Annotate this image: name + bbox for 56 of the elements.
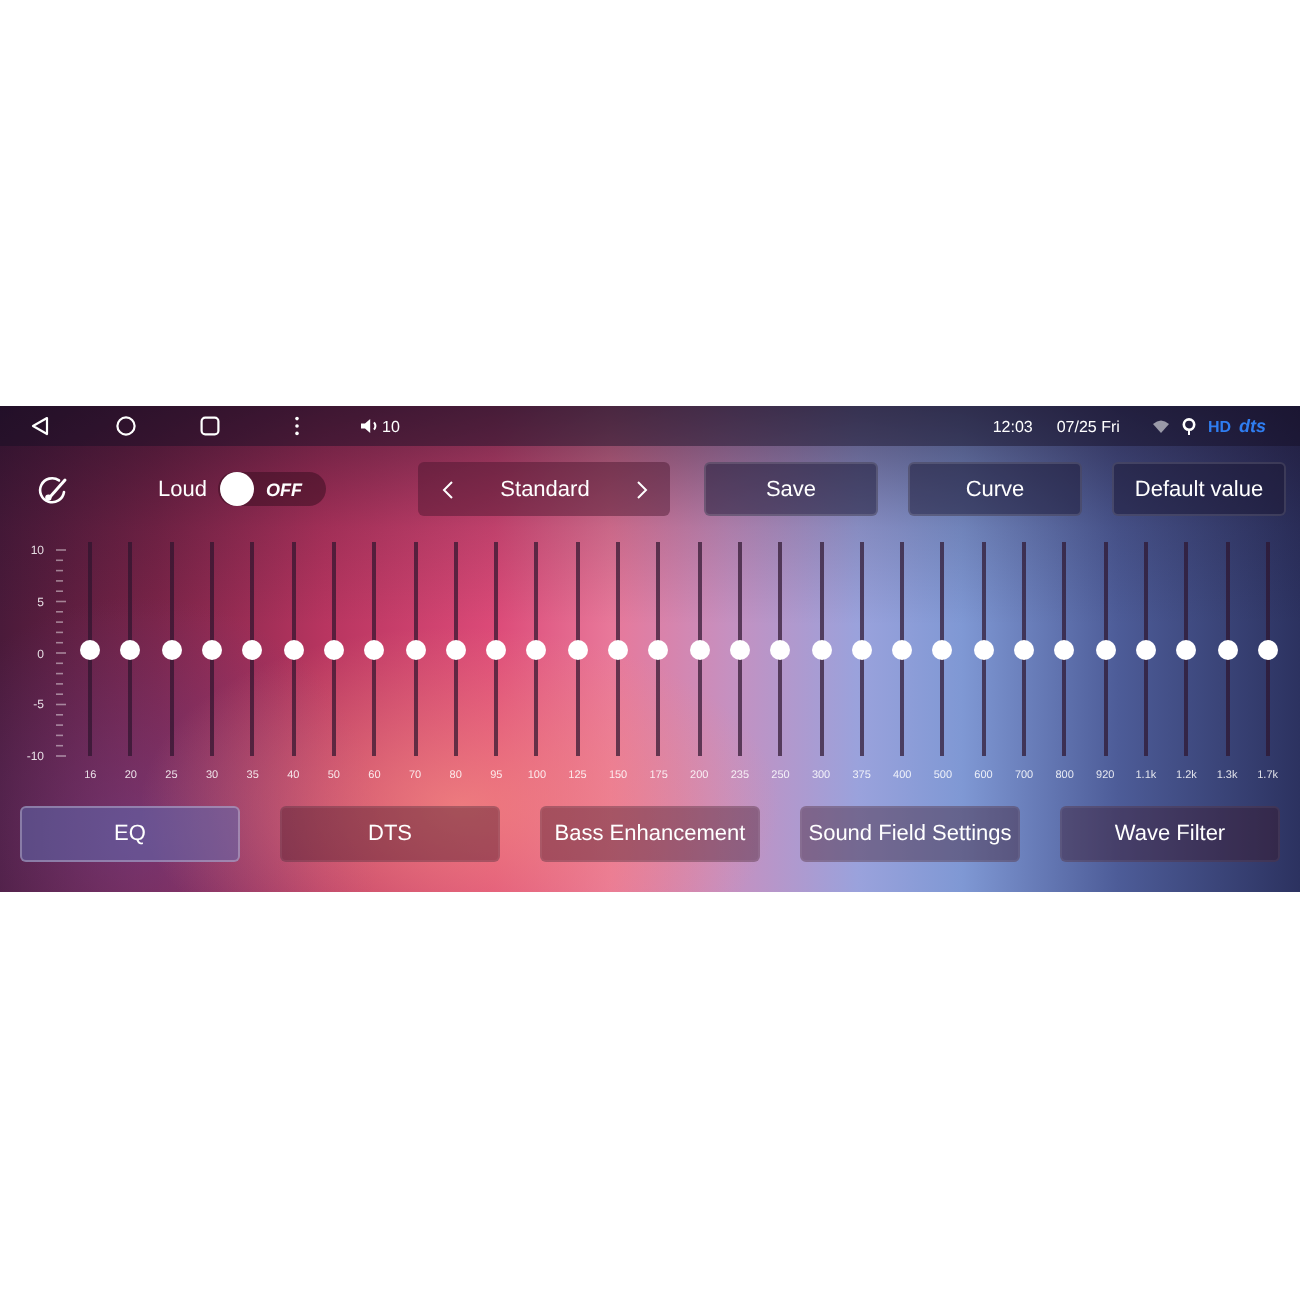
slider-thumb[interactable]: [80, 639, 101, 659]
preset-name: Standard: [500, 477, 590, 501]
action-button[interactable]: Save: [704, 462, 878, 516]
wifi-icon: [1151, 418, 1170, 434]
toggle-switch[interactable]: OFF: [218, 472, 326, 506]
more-icon[interactable]: [294, 416, 300, 436]
slider-thumb[interactable]: [1095, 639, 1116, 659]
tab[interactable]: DTS: [280, 806, 500, 862]
tab[interactable]: Wave Filter: [1060, 806, 1280, 862]
slider-thumb[interactable]: [973, 639, 994, 659]
slider-thumb[interactable]: [932, 639, 953, 659]
pin-icon: [1181, 417, 1196, 435]
toggle-label: Loud: [158, 477, 209, 501]
slider-thumb[interactable]: [729, 639, 750, 659]
tab[interactable]: Bass Enhancement: [540, 806, 760, 862]
slider-thumb[interactable]: [1257, 639, 1278, 659]
logo-text: dts: [1239, 416, 1266, 436]
volume-level: 10: [382, 417, 400, 435]
tab[interactable]: Sound Field Settings: [800, 806, 1020, 862]
date-text: 07/25 Fri: [1056, 417, 1120, 435]
slider-thumb[interactable]: [567, 639, 588, 659]
slider-thumb[interactable]: [242, 639, 263, 659]
action-button[interactable]: Curve: [908, 462, 1082, 516]
slider-thumb[interactable]: [1217, 639, 1238, 659]
slider-thumb[interactable]: [323, 639, 344, 659]
slider-thumb[interactable]: [648, 639, 669, 659]
slider-thumb[interactable]: [811, 639, 832, 659]
slider-thumb[interactable]: [770, 639, 791, 659]
chevron-right-icon[interactable]: [636, 479, 648, 499]
slider-thumb[interactable]: [892, 639, 913, 659]
slider-thumb[interactable]: [526, 639, 547, 659]
slider-thumb[interactable]: [283, 639, 304, 659]
slider-thumb[interactable]: [120, 639, 141, 659]
slider-thumb[interactable]: [1054, 639, 1075, 659]
slider-thumb[interactable]: [486, 639, 507, 659]
slider-thumb[interactable]: [1135, 639, 1156, 659]
slider-thumb[interactable]: [689, 639, 710, 659]
slider-thumb[interactable]: [202, 639, 223, 659]
slider-thumb[interactable]: [1176, 639, 1197, 659]
slider-thumb[interactable]: [851, 639, 872, 659]
slider-thumb[interactable]: [161, 639, 182, 659]
home-icon[interactable]: [116, 416, 136, 436]
chevron-left-icon[interactable]: [442, 479, 454, 499]
format-label: HD: [1207, 417, 1231, 435]
recents-icon[interactable]: [200, 416, 220, 436]
brush-icon[interactable]: [36, 473, 68, 505]
slider-thumb[interactable]: [405, 639, 426, 659]
back-icon[interactable]: [30, 416, 50, 436]
tab[interactable]: EQ: [20, 806, 240, 862]
slider-thumb[interactable]: [445, 639, 466, 659]
clock-time: 12:03: [992, 417, 1033, 435]
action-button[interactable]: Default value: [1112, 462, 1286, 516]
slider-thumb[interactable]: [608, 639, 629, 659]
volume-icon[interactable]: [360, 418, 380, 434]
slider-thumb[interactable]: [1014, 639, 1035, 659]
slider-thumb[interactable]: [364, 639, 385, 659]
